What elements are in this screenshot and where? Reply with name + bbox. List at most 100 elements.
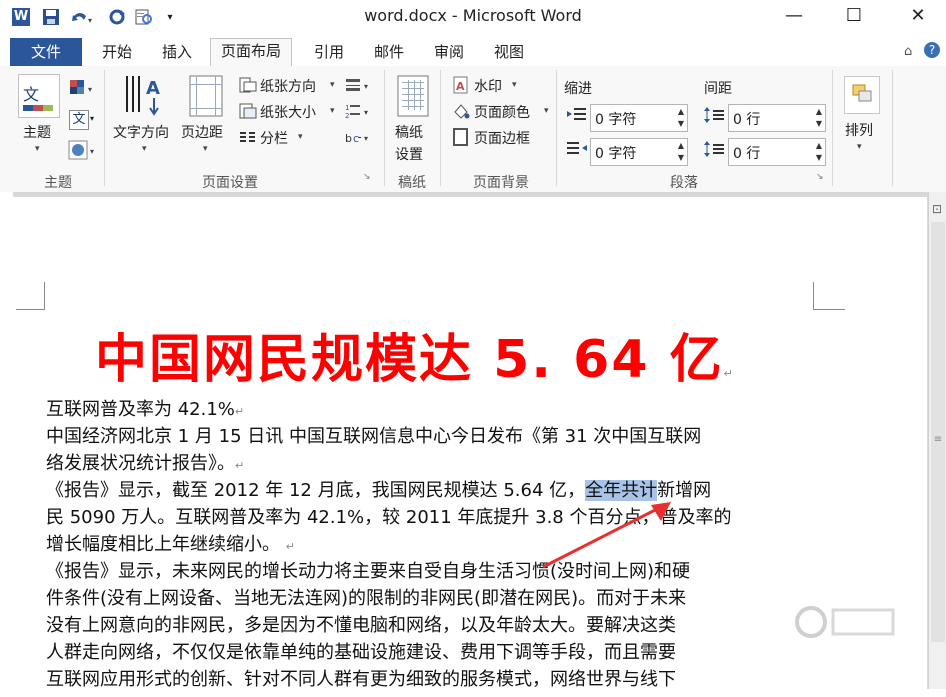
page-border-button[interactable]: 页面边框 (474, 128, 530, 148)
title-bar: W ▾ ▾ word.docx - Microsoft Word — ☐ ✕ (0, 0, 946, 34)
chevron-down-icon: ▾ (330, 80, 335, 90)
document-page[interactable]: 中国网民规模达 5. 64 亿↵ 互联网普及率为 42.1%↵ 中国经济网北京 … (13, 197, 927, 697)
draft-settings-label-1[interactable]: 稿纸 (395, 122, 423, 142)
svg-text:▾: ▾ (88, 85, 92, 94)
scrollbar-track[interactable] (931, 222, 945, 642)
close-button[interactable]: ✕ (898, 4, 938, 28)
theme-colors-icon[interactable]: ▾ (68, 78, 92, 96)
tab-home[interactable]: 开始 (92, 40, 142, 64)
columns-icon (238, 128, 258, 146)
tab-review[interactable]: 审阅 (424, 40, 474, 64)
ruler-toggle-icon[interactable]: ⊡ (932, 202, 942, 216)
themes-label: 主题 (23, 125, 51, 141)
chevron-down-icon: ▾ (544, 106, 549, 116)
page-border-icon (452, 128, 470, 146)
page-color-button[interactable]: 页面颜色 (474, 102, 530, 122)
text-line[interactable]: 件条件(没有上网设备、当地无法连网)的限制的非网民(即潜在网民)。而对于未来 (46, 585, 686, 612)
svg-text:▾: ▾ (364, 108, 368, 117)
group-label-page-background: 页面背景 (473, 175, 529, 191)
space-before-input[interactable]: 0 行 ▲ ▼ (728, 104, 826, 132)
watermark-button[interactable]: 水印 (474, 76, 502, 96)
group-label-theme: 主题 (44, 175, 72, 191)
dialog-launcher-icon[interactable]: ↘ (816, 172, 824, 182)
help-icon[interactable]: ? (924, 42, 940, 58)
group-label-paragraph: 段落 (670, 175, 698, 191)
crop-mark (813, 282, 814, 310)
hyphenation-icon[interactable]: b c ▾ (344, 128, 374, 146)
tab-view[interactable]: 视图 (484, 40, 534, 64)
maximize-button[interactable]: ☐ (834, 4, 874, 28)
indent-left-input[interactable]: 0 字符 ▲ ▼ (590, 104, 688, 132)
watermark-icon: A (452, 76, 470, 94)
space-after-input[interactable]: 0 行 ▲ ▼ (728, 138, 826, 166)
document-heading[interactable]: 中国网民规模达 5. 64 亿↵ (95, 317, 735, 392)
draft-paper-icon[interactable] (396, 74, 430, 118)
columns-button[interactable]: 分栏 (260, 128, 288, 148)
indent-right-input[interactable]: 0 字符 ▲ ▼ (590, 138, 688, 166)
vertical-scrollbar[interactable]: ⊡ ≡ (928, 192, 946, 689)
svg-text:c: c (353, 132, 359, 145)
svg-text:▾: ▾ (90, 147, 94, 156)
indent-label: 缩进 (564, 81, 592, 97)
text-direction-icon[interactable]: A (120, 72, 168, 120)
text-line[interactable]: 互联网普及率为 42.1%↵ (46, 396, 244, 425)
svg-text:2: 2 (345, 112, 349, 120)
svg-text:A: A (456, 80, 465, 93)
svg-text:A: A (146, 78, 160, 99)
theme-color-strip (23, 105, 53, 111)
svg-text:b: b (345, 132, 352, 145)
themes-button[interactable]: 文 (18, 74, 60, 118)
indent-right-icon (566, 140, 588, 158)
line-numbers-icon[interactable]: 1 2 ▾ (344, 102, 374, 120)
tab-insert[interactable]: 插入 (152, 40, 202, 64)
margins-label[interactable]: 页边距 (181, 122, 223, 142)
chevron-down-icon: ▾ (35, 144, 40, 154)
tab-mailings[interactable]: 邮件 (364, 40, 414, 64)
text-line[interactable]: 人群走向网络，不仅仅是依靠单纯的基础设施建设、费用下调等手段，而且需要 (46, 639, 676, 666)
ribbon-tabs: 文件 开始 插入 页面布局 引用 邮件 审阅 视图 ⌂ ? (0, 34, 946, 67)
margins-icon[interactable] (188, 74, 224, 118)
draft-settings-label-2[interactable]: 设置 (395, 144, 423, 164)
arrange-icon[interactable] (844, 76, 880, 114)
ribbon: 文 主题 ▾ ▾ 文 ▾ ▾ 主题 A 文字方向 ▾ 页边距 ▾ 纸张方向 ▾ … (0, 66, 946, 193)
crop-mark (16, 309, 45, 310)
chevron-down-icon: ▾ (142, 144, 147, 154)
theme-fonts-icon[interactable]: 文 ▾ (68, 110, 98, 130)
tab-file[interactable]: 文件 (10, 38, 82, 66)
document-area: 中国网民规模达 5. 64 亿↵ 互联网普及率为 42.1%↵ 中国经济网北京 … (0, 192, 946, 697)
chevron-down-icon: ▾ (203, 144, 208, 154)
dialog-launcher-icon[interactable]: ↘ (363, 172, 371, 182)
chevron-down-icon: ▾ (330, 106, 335, 116)
tab-references[interactable]: 引用 (304, 40, 354, 64)
crop-mark (44, 282, 45, 310)
left-edge (0, 192, 13, 689)
chevron-down-icon: ▾ (512, 80, 517, 90)
group-label-page-setup: 页面设置 (202, 175, 258, 191)
scrollbar-grip-icon[interactable]: ≡ (932, 434, 944, 446)
minimize-button[interactable]: — (774, 4, 814, 28)
breaks-icon[interactable]: ▾ (344, 76, 374, 94)
ribbon-minimize-icon[interactable]: ⌂ (904, 44, 912, 59)
space-after-icon (703, 140, 725, 158)
watermark-logo (793, 602, 903, 651)
annotation-arrow (542, 502, 671, 569)
svg-text:▾: ▾ (364, 134, 368, 143)
chevron-down-icon: ▾ (298, 132, 303, 142)
arrange-label[interactable]: 排列 (845, 120, 873, 140)
svg-text:▾: ▾ (364, 82, 368, 91)
group-label-draft: 稿纸 (398, 175, 426, 191)
text-line[interactable]: 没有上网意向的非网民，多是因为不懂电脑和网络，以及年龄太大。要解决这类 (46, 612, 676, 639)
theme-effects-icon[interactable]: ▾ (68, 140, 98, 160)
chevron-down-icon: ▾ (857, 142, 862, 152)
text-line[interactable]: 中国经济网北京 1 月 15 日讯 中国互联网信息中心今日发布《第 31 次中国… (46, 423, 701, 450)
svg-text:1: 1 (345, 104, 349, 112)
tab-page-layout[interactable]: 页面布局 (210, 38, 293, 67)
orientation-button[interactable]: 纸张方向 (260, 76, 316, 96)
paper-size-button[interactable]: 纸张大小 (260, 102, 316, 122)
text-line[interactable]: 增长幅度相比上年继续缩小。 ↵ (46, 531, 295, 560)
page-color-icon (452, 102, 470, 120)
spacing-label: 间距 (704, 81, 732, 97)
text-direction-label[interactable]: 文字方向 (113, 122, 169, 142)
text-line[interactable]: 络发展状况统计报告》。↵ (46, 450, 244, 479)
theme-text-icon: 文 (23, 85, 40, 104)
